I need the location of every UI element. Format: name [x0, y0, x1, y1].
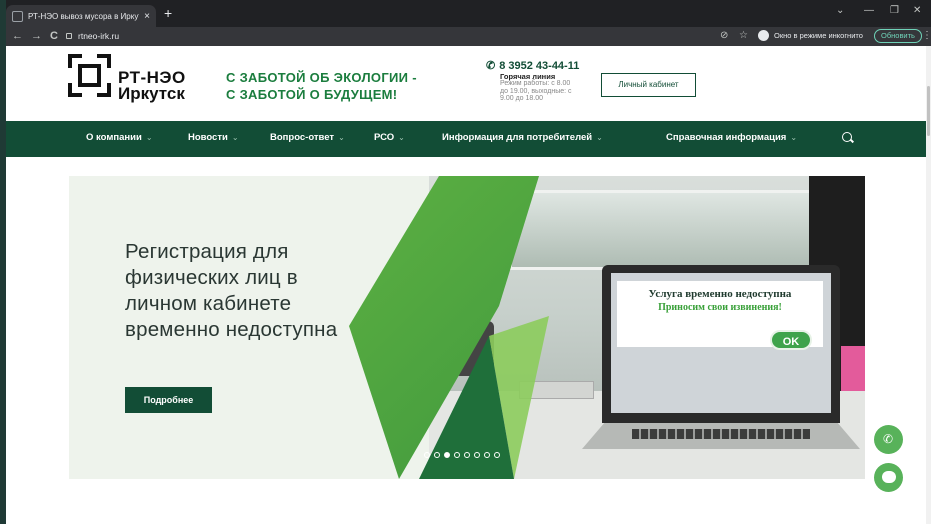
window-image — [509, 190, 839, 270]
browser-menu-icon[interactable]: ⋮ — [922, 30, 931, 42]
phone-icon: ✆ — [883, 432, 894, 446]
main-menu: О компании ⌄ Новости ⌄ Вопрос-ответ ⌄ РСО ⌄ … — [6, 121, 931, 157]
bookmark-star-icon[interactable]: ☆ — [739, 30, 748, 42]
slider-dot[interactable] — [484, 452, 490, 458]
menu-item-label: Справочная информация — [666, 132, 787, 143]
chevron-down-icon: ⌄ — [790, 133, 798, 142]
incognito-indicator[interactable]: Окно в режиме инкогнито — [758, 30, 863, 41]
logo-text-line2: Иркутск — [118, 84, 185, 103]
slider-dots — [424, 452, 500, 458]
working-hours: Режим работы: с 8.00 до 19.00, выходные:… — [500, 80, 572, 102]
chevron-down-icon: ⌄ — [338, 133, 345, 142]
chat-button[interactable] — [874, 463, 903, 492]
chevron-down-icon: ⌄ — [231, 133, 239, 142]
favicon-icon — [12, 10, 23, 22]
chat-icon — [882, 471, 896, 483]
chevron-down-icon: ⌄ — [145, 133, 153, 142]
tab-close-icon[interactable]: × — [144, 11, 150, 22]
logo-mark-icon — [68, 54, 111, 97]
menu-item-label: Информация для потребителей — [442, 132, 593, 143]
maximize-button[interactable]: ❐ — [890, 5, 899, 16]
menu-item-faq[interactable]: Вопрос-ответ ⌄ — [270, 132, 345, 143]
reload-button[interactable]: C — [50, 29, 58, 43]
page-scrollbar[interactable] — [926, 46, 931, 524]
tracking-off-icon[interactable]: ⊘ — [720, 30, 728, 42]
menu-item-label: Вопрос-ответ — [270, 132, 335, 143]
banner-title: Регистрация для физических лиц в личном … — [125, 240, 338, 341]
lock-icon — [66, 33, 72, 39]
tab-bar: РТ-НЭО вывоз мусора в Иркутс × + ⌄ — ❐ ✕ — [6, 0, 931, 27]
laptop-image: Услуга временно недоступна Приносим свои… — [602, 265, 840, 423]
more-button[interactable]: Подробнее — [125, 387, 212, 413]
incognito-icon — [758, 30, 769, 41]
laptop-keyboard-image — [582, 423, 860, 449]
screen-ok-badge: OK — [770, 330, 812, 350]
slider-dot[interactable] — [464, 452, 470, 458]
site-logo[interactable]: РТ-НЭО Иркутск — [68, 54, 188, 103]
back-button[interactable]: ← — [12, 29, 23, 43]
hotline-phone[interactable]: ✆ 8 3952 43-44-11 — [486, 59, 579, 72]
menu-item-consumers[interactable]: Информация для потребителей ⌄ — [442, 132, 603, 143]
chevron-down-icon: ⌄ — [596, 133, 603, 142]
slogan-line2: С ЗАБОТОЙ О БУДУЩЕМ! — [226, 87, 398, 102]
scrollbar-thumb[interactable] — [927, 86, 930, 136]
menu-item-news[interactable]: Новости ⌄ — [188, 132, 239, 143]
tab-title: РТ-НЭО вывоз мусора в Иркутс — [28, 11, 140, 21]
slider-dot[interactable] — [434, 452, 440, 458]
slider-dot[interactable] — [454, 452, 460, 458]
hero-banner: Услуга временно недоступна Приносим свои… — [69, 176, 865, 479]
incognito-label: Окно в режиме инкогнито — [774, 31, 863, 40]
slogan-line1: С ЗАБОТОЙ ОБ ЭКОЛОГИИ - — [226, 70, 417, 85]
close-window-button[interactable]: ✕ — [913, 5, 921, 16]
slider-dot[interactable] — [444, 452, 450, 458]
address-toolbar: ← → C rtneo-irk.ru ⊘ ☆ Окно в режиме инк… — [6, 27, 931, 46]
browser-tab[interactable]: РТ-НЭО вывоз мусора в Иркутс × — [6, 5, 156, 27]
update-button[interactable]: Обновить — [874, 29, 922, 43]
screen-message-2: Приносим свои извинения! — [658, 302, 782, 313]
call-button[interactable]: ✆ — [874, 425, 903, 454]
chevron-down-icon: ⌄ — [398, 133, 405, 142]
phone-icon: ✆ — [486, 60, 496, 72]
forward-button[interactable]: → — [31, 29, 42, 43]
url-text: rtneo-irk.ru — [78, 31, 120, 41]
tab-search-icon[interactable]: ⌄ — [836, 5, 844, 16]
search-icon[interactable] — [842, 132, 852, 142]
menu-item-label: Новости — [188, 132, 228, 143]
new-tab-button[interactable]: + — [164, 6, 172, 20]
browser-window: РТ-НЭО вывоз мусора в Иркутс × + ⌄ — ❐ ✕… — [6, 0, 931, 524]
slider-dot[interactable] — [474, 452, 480, 458]
personal-cabinet-button[interactable]: Личный кабинет — [601, 73, 696, 97]
url-field[interactable]: rtneo-irk.ru — [62, 29, 676, 44]
minimize-button[interactable]: — — [864, 5, 874, 16]
menu-item-label: РСО — [374, 132, 395, 143]
laptop-screen: Услуга временно недоступна Приносим свои… — [611, 273, 831, 413]
slider-dot[interactable] — [494, 452, 500, 458]
slider-dot[interactable] — [424, 452, 430, 458]
screen-message-1: Услуга временно недоступна — [648, 288, 792, 300]
phone-number: 8 3952 43-44-11 — [499, 60, 580, 72]
menu-item-label: О компании — [86, 132, 142, 143]
menu-item-about[interactable]: О компании ⌄ — [86, 132, 153, 143]
menu-item-rso[interactable]: РСО ⌄ — [374, 132, 405, 143]
menu-item-reference[interactable]: Справочная информация ⌄ — [666, 132, 797, 143]
